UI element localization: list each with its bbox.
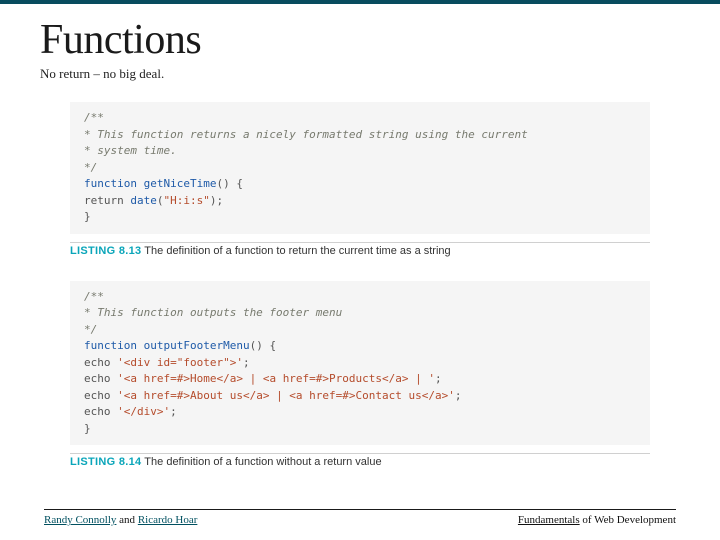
function-call: date [130,194,157,207]
code-listing-8-13: /** * This function returns a nicely for… [70,102,650,234]
code-text: ; [170,405,177,418]
code-text: () { [250,339,277,352]
footer-and: and [116,514,137,526]
string-literal: '</div>' [117,405,170,418]
code-text: ); [210,194,223,207]
code-text: ; [243,356,250,369]
code-listing-8-14: /** * This function outputs the footer m… [70,281,650,446]
code-text: echo [84,405,117,418]
page-title: Functions [40,16,680,64]
comment-line: * This function outputs the footer menu [84,306,342,319]
string-literal: '<a href=#>Home</a> | <a href=#>Products… [117,372,435,385]
comment-line: */ [84,161,97,174]
footer-book-title: Fundamentals of Web Development [518,514,676,526]
book-rest: of Web Development [580,514,676,526]
code-text: } [84,210,91,223]
comment-line: /** [84,111,104,124]
code-text: echo [84,389,117,402]
code-text: ; [455,389,462,402]
code-text: return [84,194,130,207]
string-literal: '<a href=#>About us</a> | <a href=#>Cont… [117,389,455,402]
listing-text: The definition of a function to return t… [141,245,450,257]
listing-label: LISTING 8.14 [70,456,141,468]
page-subtitle: No return – no big deal. [40,66,680,82]
listing-text: The definition of a function without a r… [141,456,381,468]
author-2: Ricardo Hoar [138,514,198,526]
footer-authors: Randy Connolly and Ricardo Hoar [44,514,197,526]
string-literal: '<div id="footer">' [117,356,243,369]
string-literal: "H:i:s" [163,194,209,207]
code-text: () { [216,177,243,190]
slide-footer: Randy Connolly and Ricardo Hoar Fundamen… [44,509,676,526]
code-text: echo [84,372,117,385]
book-word-1: Fundamentals [518,514,580,526]
keyword: function [84,177,137,190]
comment-line: */ [84,323,97,336]
listing-caption-8-13: LISTING 8.13 The definition of a functio… [70,242,650,257]
listing-label: LISTING 8.13 [70,245,141,257]
code-text: ; [435,372,442,385]
listing-caption-8-14: LISTING 8.14 The definition of a functio… [70,453,650,468]
author-1: Randy Connolly [44,514,116,526]
code-text: echo [84,356,117,369]
comment-line: /** [84,290,104,303]
code-text: } [84,422,91,435]
comment-line: * This function returns a nicely formatt… [84,128,528,141]
function-name: getNiceTime [144,177,217,190]
comment-line: * system time. [84,144,177,157]
function-name: outputFooterMenu [144,339,250,352]
keyword: function [84,339,137,352]
